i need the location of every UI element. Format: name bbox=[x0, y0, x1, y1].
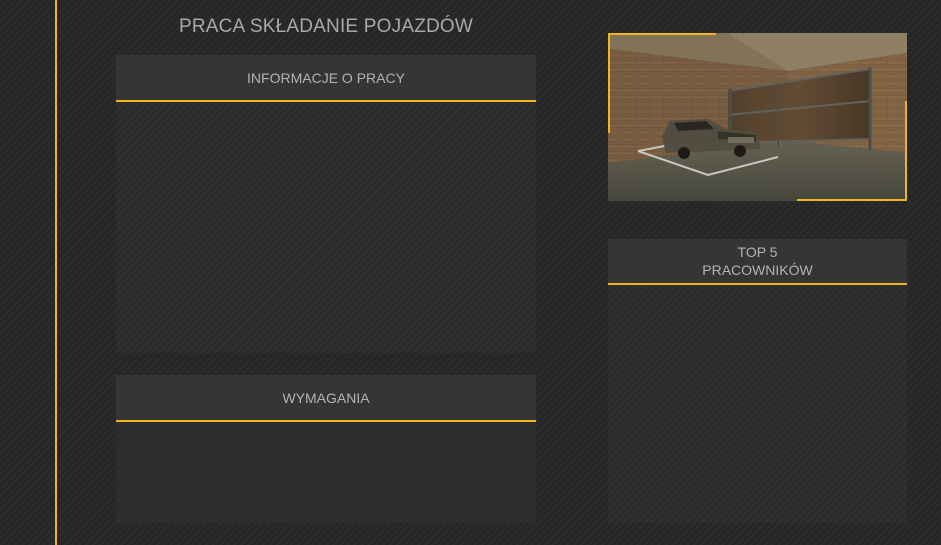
job-info-body bbox=[116, 102, 536, 353]
top-workers-list bbox=[608, 285, 907, 523]
requirements-header: WYMAGANIA bbox=[116, 375, 536, 422]
requirements-body bbox=[116, 422, 536, 523]
left-accent-rail bbox=[55, 0, 57, 545]
top-workers-title-line1: TOP 5 bbox=[737, 244, 778, 260]
top-workers-header: TOP 5 PRACOWNIKÓW bbox=[608, 239, 907, 285]
top-workers-panel: TOP 5 PRACOWNIKÓW bbox=[608, 239, 907, 523]
garage-scene-illustration bbox=[608, 33, 907, 201]
job-preview-image bbox=[608, 33, 907, 201]
top-workers-title-line2: PRACOWNIKÓW bbox=[702, 262, 813, 278]
requirements-panel: WYMAGANIA bbox=[116, 375, 536, 523]
job-info-panel: INFORMACJE O PRACY bbox=[116, 55, 536, 353]
job-info-header: INFORMACJE O PRACY bbox=[116, 55, 536, 102]
page-title: PRACA SKŁADANIE POJAZDÓW bbox=[178, 16, 474, 37]
